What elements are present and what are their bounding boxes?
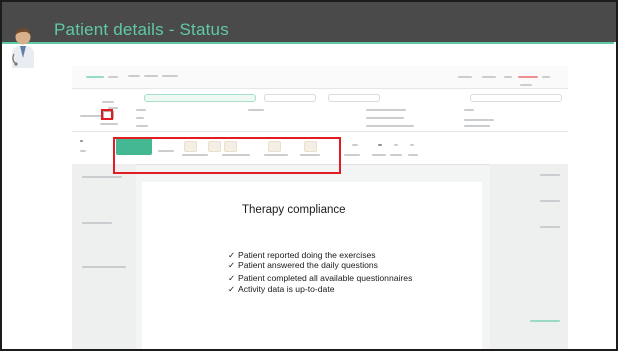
header-divider — [2, 42, 614, 44]
highlight-box-edit — [101, 109, 113, 120]
slide-title: Patient details - Status — [54, 20, 229, 39]
app-top-nav — [72, 66, 568, 89]
checklist-item: ✓ Patient reported doing the exercises — [228, 250, 412, 260]
checklist-item-label: Patient completed all available question… — [238, 273, 413, 284]
check-icon: ✓ — [228, 260, 236, 271]
checklist-item-label: Activity data is up-to-date — [238, 283, 335, 294]
highlight-box-steps — [113, 137, 341, 174]
card-title: Therapy compliance — [242, 204, 346, 216]
compliance-checklist: ✓ Patient reported doing the exercises ✓… — [228, 250, 412, 294]
checklist-item: ✓ Patient completed all available questi… — [228, 273, 412, 283]
therapy-compliance-card: Therapy compliance ✓ Patient reported do… — [142, 182, 482, 349]
checklist-item-label: Patient reported doing the exercises — [238, 250, 376, 260]
doctor-avatar-icon — [12, 28, 34, 68]
slide-header: Patient details - Status — [2, 2, 616, 42]
checklist-item: ✓ Activity data is up-to-date — [228, 284, 412, 294]
check-icon: ✓ — [228, 273, 236, 284]
right-column — [490, 164, 568, 349]
check-icon: ✓ — [228, 283, 236, 294]
checklist-item: ✓ Patient answered the daily questions — [228, 260, 412, 270]
checklist-item-label: Patient answered the daily questions — [238, 260, 378, 271]
left-column — [72, 164, 136, 349]
patient-info-panel — [72, 89, 568, 132]
check-icon: ✓ — [228, 250, 236, 260]
